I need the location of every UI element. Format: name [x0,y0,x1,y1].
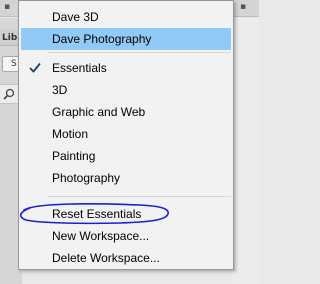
menu-item-label: Graphic and Web [52,105,146,119]
menu-item-label: Painting [52,149,96,163]
menu-item-graphic-and-web[interactable]: Graphic and Web [21,101,231,123]
document-area [232,18,259,284]
menu-item-label: Photography [52,171,121,185]
menu-item-reset-essentials[interactable]: Reset Essentials [21,203,231,225]
menu-item-label: Dave Photography [52,32,152,46]
menu-item-new-workspace[interactable]: New Workspace... [21,225,231,247]
menu-item-label: Delete Workspace... [52,251,160,265]
menu-item-label: Reset Essentials [52,207,142,221]
menu-separator [48,196,231,197]
magnifier-icon [3,88,15,100]
menu-item-essentials[interactable]: Essentials [21,57,231,79]
workspace-menu: Dave 3D Dave Photography Essentials 3D Graph… [18,0,234,270]
menu-item-label: Dave 3D [52,10,99,24]
menu-item-photography[interactable]: Photography [21,167,231,189]
menu-item-label: 3D [52,83,68,97]
menu-item-delete-workspace[interactable]: Delete Workspace... [21,247,231,269]
menu-item-dave-3d[interactable]: Dave 3D [21,6,231,28]
menu-item-label: New Workspace... [52,229,150,243]
menu-item-painting[interactable]: Painting [21,145,231,167]
checkmark-icon [29,62,41,73]
menu-item-dave-photography[interactable]: Dave Photography [21,28,231,50]
menu-item-label: Essentials [52,61,107,75]
menu-separator [48,52,231,53]
menu-item-motion[interactable]: Motion [21,123,231,145]
toolbar-icon[interactable]: ▪ [240,3,246,12]
menu-item-label: Motion [52,127,89,141]
menu-item-3d[interactable]: 3D [21,79,231,101]
toolbar-icon[interactable]: ▪ [4,3,10,12]
